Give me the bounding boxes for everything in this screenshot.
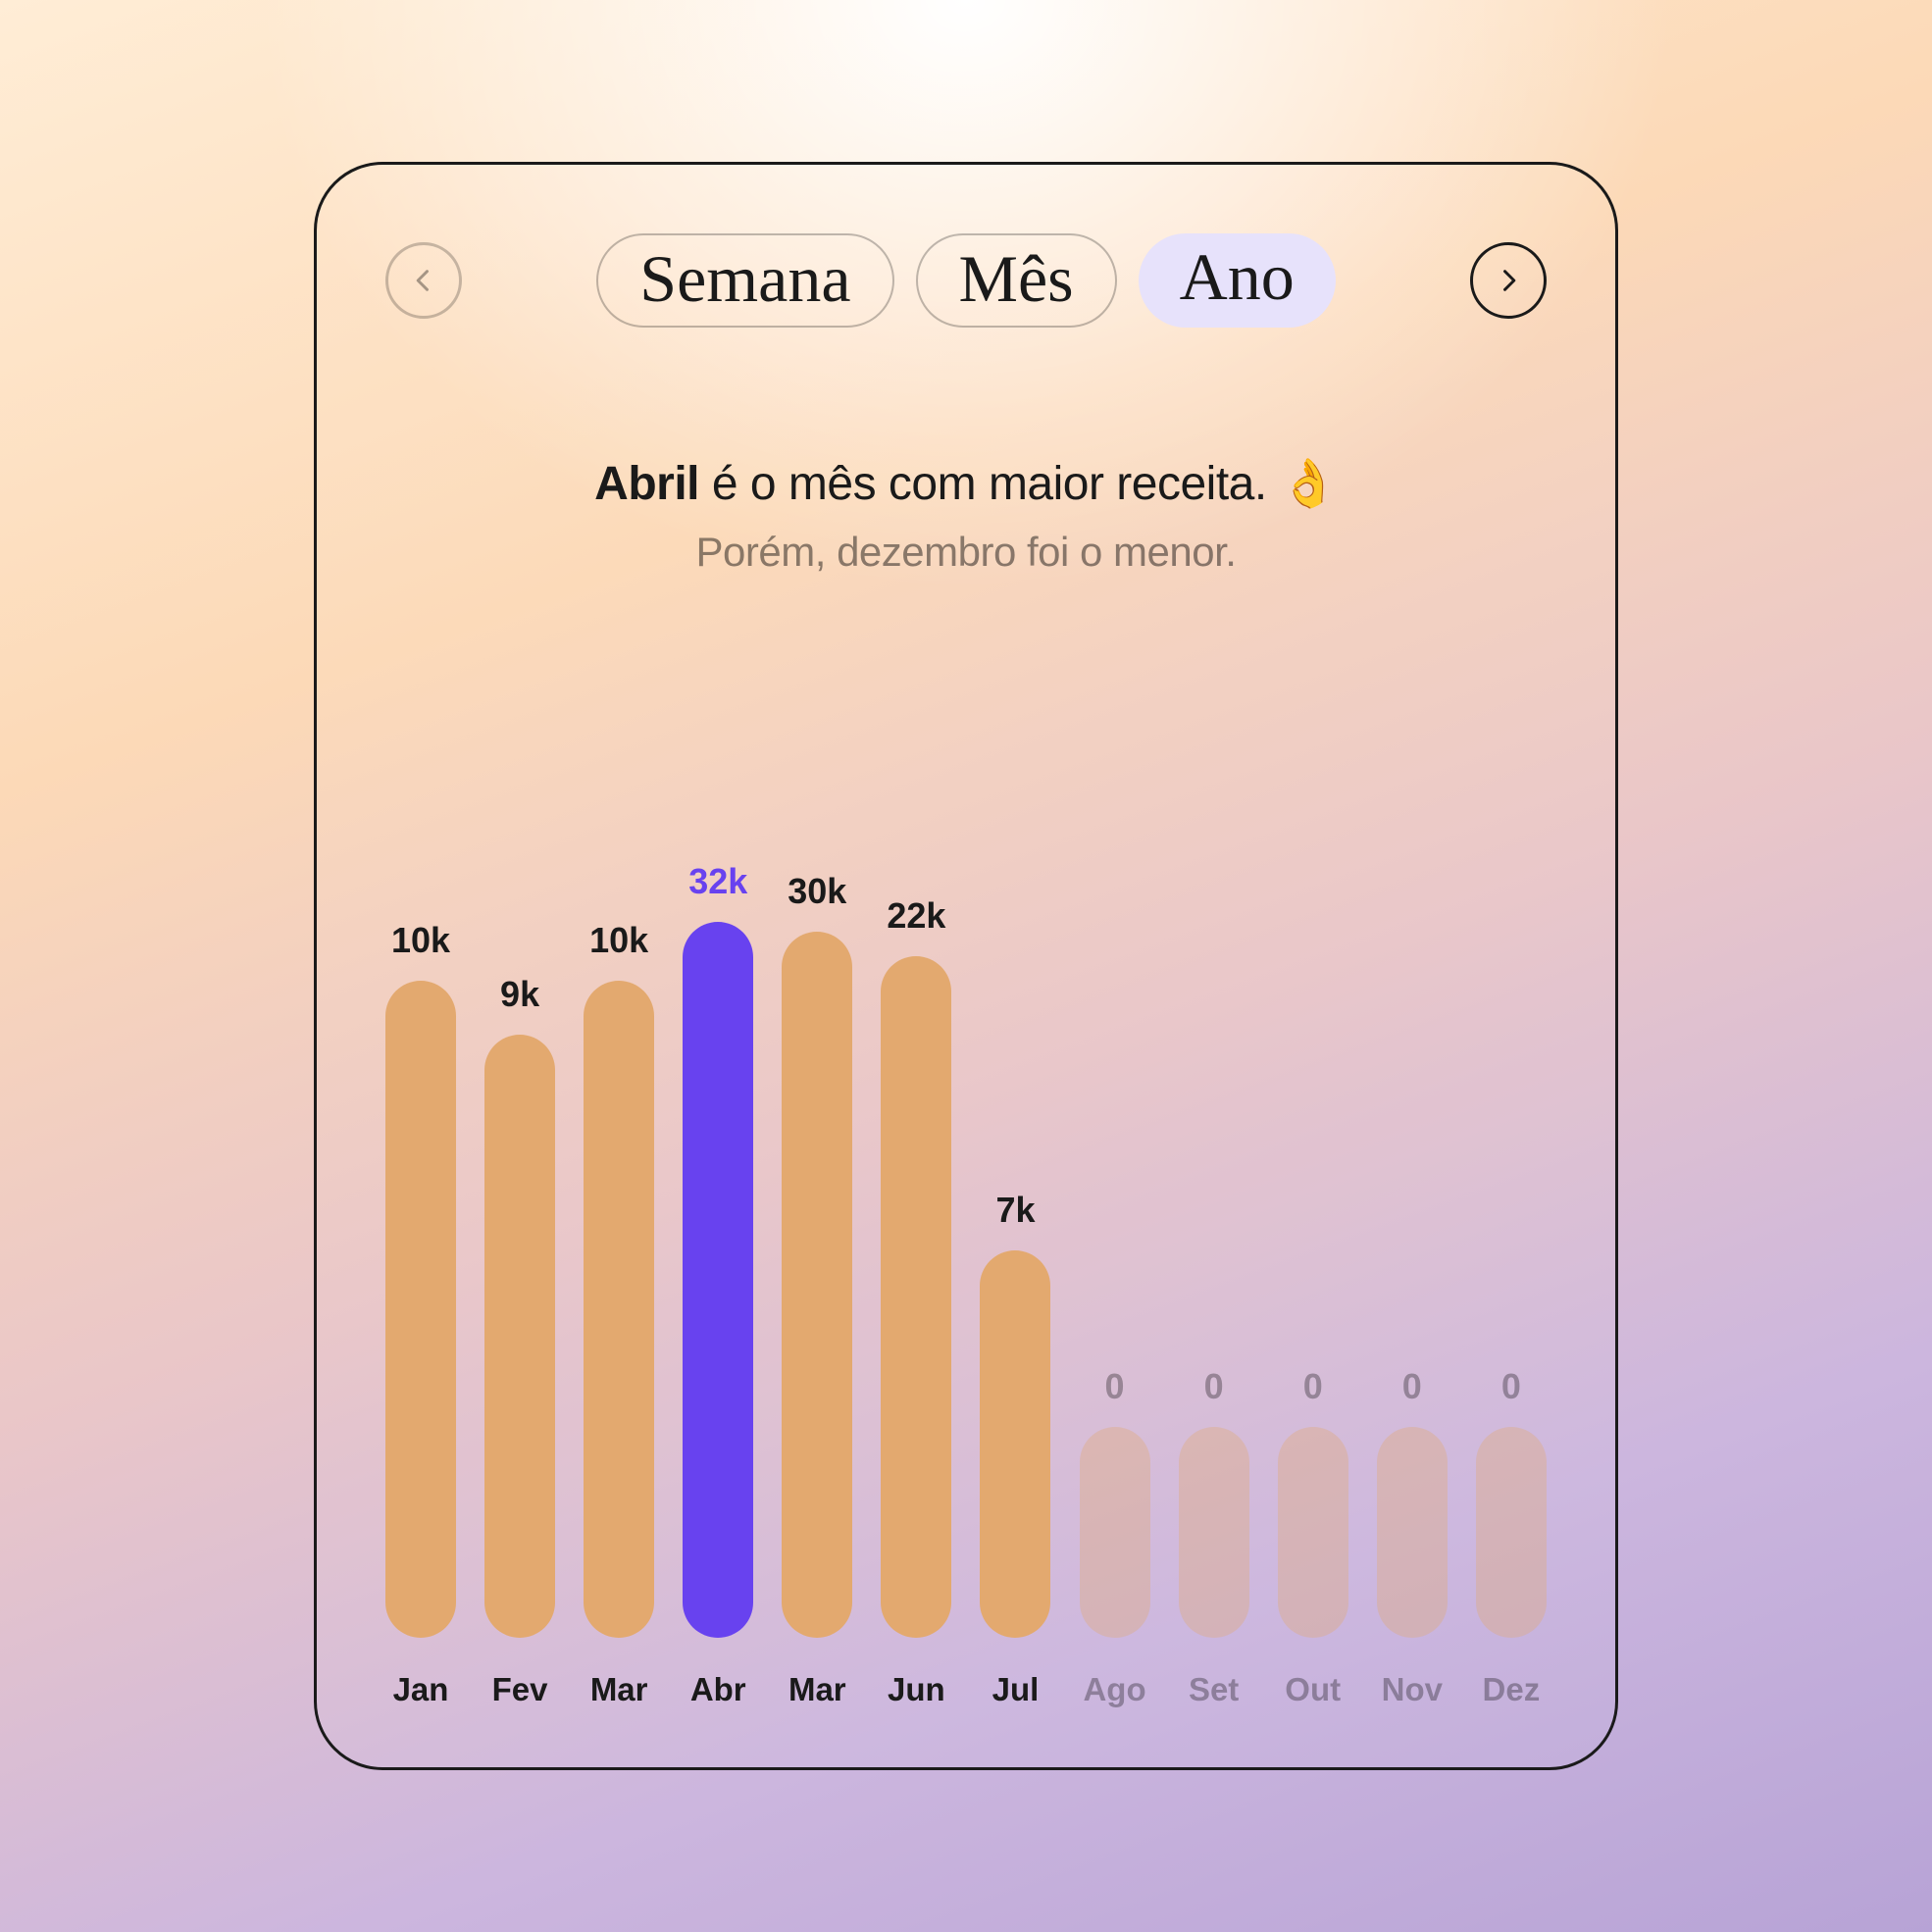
bar-col[interactable]: 0 [1377,1366,1448,1638]
bar-col[interactable]: 10k [385,920,456,1638]
x-axis-label: Abr [683,1671,753,1708]
bar-value-label: 22k [887,895,945,937]
bar-col[interactable]: 9k [484,974,555,1638]
x-axis-label: Nov [1377,1671,1448,1708]
insight-title: Abril é o mês com maior receita. 👌 [385,455,1547,511]
bar [683,922,753,1638]
bar [484,1035,555,1638]
x-axis-label: Out [1278,1671,1348,1708]
bar-value-label: 30k [788,871,846,912]
bar [1179,1427,1249,1638]
bar-col[interactable]: 22k [881,895,951,1638]
bar-value-label: 10k [589,920,648,961]
bar-value-label: 0 [1303,1366,1323,1407]
x-axis-label: Mar [584,1671,654,1708]
bars-container: 10k 9k 10k 32k 30k 22k 7k 0 0 0 0 0 [385,742,1547,1638]
x-axis-label: Set [1179,1671,1249,1708]
chevron-right-icon [1495,267,1522,294]
x-axis-label: Mar [782,1671,852,1708]
period-tabs: Semana Mês Ano [596,233,1335,328]
bar [1278,1427,1348,1638]
x-axis-label: Jul [980,1671,1050,1708]
x-axis-label: Fev [484,1671,555,1708]
bar-value-label: 0 [1204,1366,1224,1407]
tab-week[interactable]: Semana [596,233,893,328]
insight-block: Abril é o mês com maior receita. 👌 Porém… [385,455,1547,576]
bar [584,981,654,1638]
bar [782,932,852,1638]
tab-month[interactable]: Mês [916,233,1117,328]
chevron-left-icon [410,267,437,294]
bar-value-label: 9k [500,974,539,1015]
x-axis-label: Jan [385,1671,456,1708]
tab-year[interactable]: Ano [1139,233,1336,328]
prev-button[interactable] [385,242,462,319]
next-button[interactable] [1470,242,1547,319]
bar-col[interactable]: 0 [1278,1366,1348,1638]
bar-value-label: 7k [995,1190,1035,1231]
insight-highlight: Abril [594,458,699,510]
revenue-chart: 10k 9k 10k 32k 30k 22k 7k 0 0 0 0 0 Jan Fev Mar Abr Mar… [385,742,1547,1708]
x-axis-label: Ago [1080,1671,1150,1708]
insight-title-rest: é o mês com maior receita. 👌 [699,458,1338,510]
bar [1080,1427,1150,1638]
bar [385,981,456,1638]
bar [881,956,951,1638]
bar-value-label: 0 [1105,1366,1125,1407]
bar [1476,1427,1547,1638]
bar-col[interactable]: 10k [584,920,654,1638]
bar-col[interactable]: 0 [1179,1366,1249,1638]
bar-col[interactable]: 7k [980,1190,1050,1638]
bar-value-label: 10k [391,920,450,961]
bar-col[interactable]: 0 [1476,1366,1547,1638]
bar [1377,1427,1448,1638]
bar-col[interactable]: 0 [1080,1366,1150,1638]
bar [980,1250,1050,1638]
x-axis: Jan Fev Mar Abr Mar Jun Jul Ago Set Out Nov Dez [385,1671,1547,1708]
card-header: Semana Mês Ano [385,233,1547,328]
x-axis-label: Jun [881,1671,951,1708]
bar-value-label: 0 [1501,1366,1521,1407]
x-axis-label: Dez [1476,1671,1547,1708]
bar-col[interactable]: 32k [683,861,753,1638]
bar-value-label: 0 [1402,1366,1422,1407]
chart-card: Semana Mês Ano Abril é o mês com maior r… [314,162,1618,1770]
bar-col[interactable]: 30k [782,871,852,1638]
insight-subtitle: Porém, dezembro foi o menor. [385,529,1547,576]
bar-value-label: 32k [688,861,747,902]
